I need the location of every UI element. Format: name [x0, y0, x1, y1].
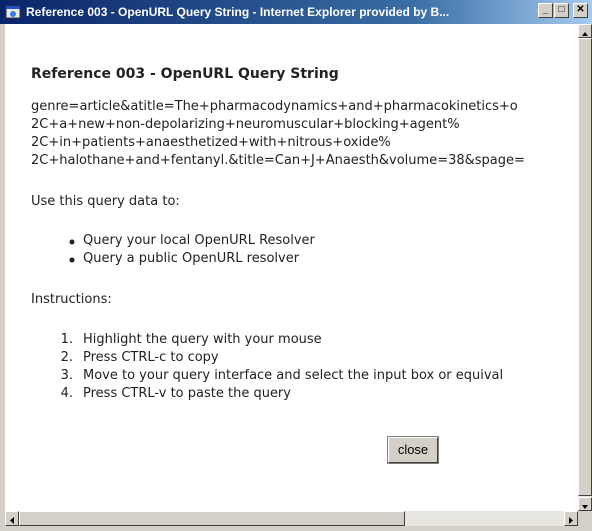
step-text: Press CTRL-v to paste the query [83, 386, 291, 401]
use-intro-text: Use this query data to: [31, 194, 180, 209]
scroll-up-button[interactable] [578, 24, 592, 38]
close-button[interactable]: close [387, 436, 439, 464]
vertical-scrollbar[interactable] [578, 24, 592, 511]
arrow-right-icon [569, 517, 573, 524]
close-window-button[interactable]: ✕ [573, 3, 588, 18]
horizontal-scroll-thumb[interactable] [19, 511, 405, 526]
page-title: Reference 003 - OpenURL Query String [31, 66, 339, 82]
query-string-line[interactable]: 2C+in+patients+anaesthetized+with+nitrou… [31, 135, 391, 150]
internet-explorer-icon [5, 5, 21, 19]
query-string-line[interactable]: 2C+a+new+non-depolarizing+neuromuscular+… [31, 117, 460, 132]
minimize-button[interactable]: _ [538, 3, 553, 18]
scroll-left-button[interactable] [5, 511, 19, 526]
step-number: 3. [60, 368, 73, 383]
arrow-left-icon [10, 517, 14, 524]
vertical-scroll-thumb[interactable] [578, 38, 592, 496]
list-item: Query a public OpenURL resolver [83, 251, 300, 266]
step-text: Move to your query interface and select … [83, 368, 504, 383]
step-number: 1. [60, 332, 73, 347]
title-bar[interactable]: Reference 003 - OpenURL Query String - I… [0, 0, 592, 24]
instructions-label: Instructions: [31, 292, 112, 307]
list-item: Query your local OpenURL Resolver [83, 233, 315, 248]
scroll-right-button[interactable] [564, 511, 578, 526]
step-text: Press CTRL-c to copy [83, 350, 219, 365]
step-number: 4. [60, 386, 73, 401]
step-text: Highlight the query with your mouse [83, 332, 322, 347]
scroll-down-button[interactable] [578, 497, 592, 511]
scrollbar-corner [578, 511, 592, 526]
horizontal-scrollbar[interactable] [5, 511, 578, 526]
bullet-icon [69, 239, 75, 245]
maximize-button[interactable]: □ [554, 3, 569, 18]
bullet-icon [69, 257, 75, 263]
query-string-line[interactable]: 2C+halothane+and+fentanyl.&title=Can+J+A… [31, 153, 525, 168]
step-number: 2. [60, 350, 73, 365]
page-content: Reference 003 - OpenURL Query String gen… [5, 24, 578, 511]
query-string-line[interactable]: genre=article&atitle=The+pharmacodynamic… [31, 99, 518, 114]
window-title: Reference 003 - OpenURL Query String - I… [26, 5, 450, 19]
